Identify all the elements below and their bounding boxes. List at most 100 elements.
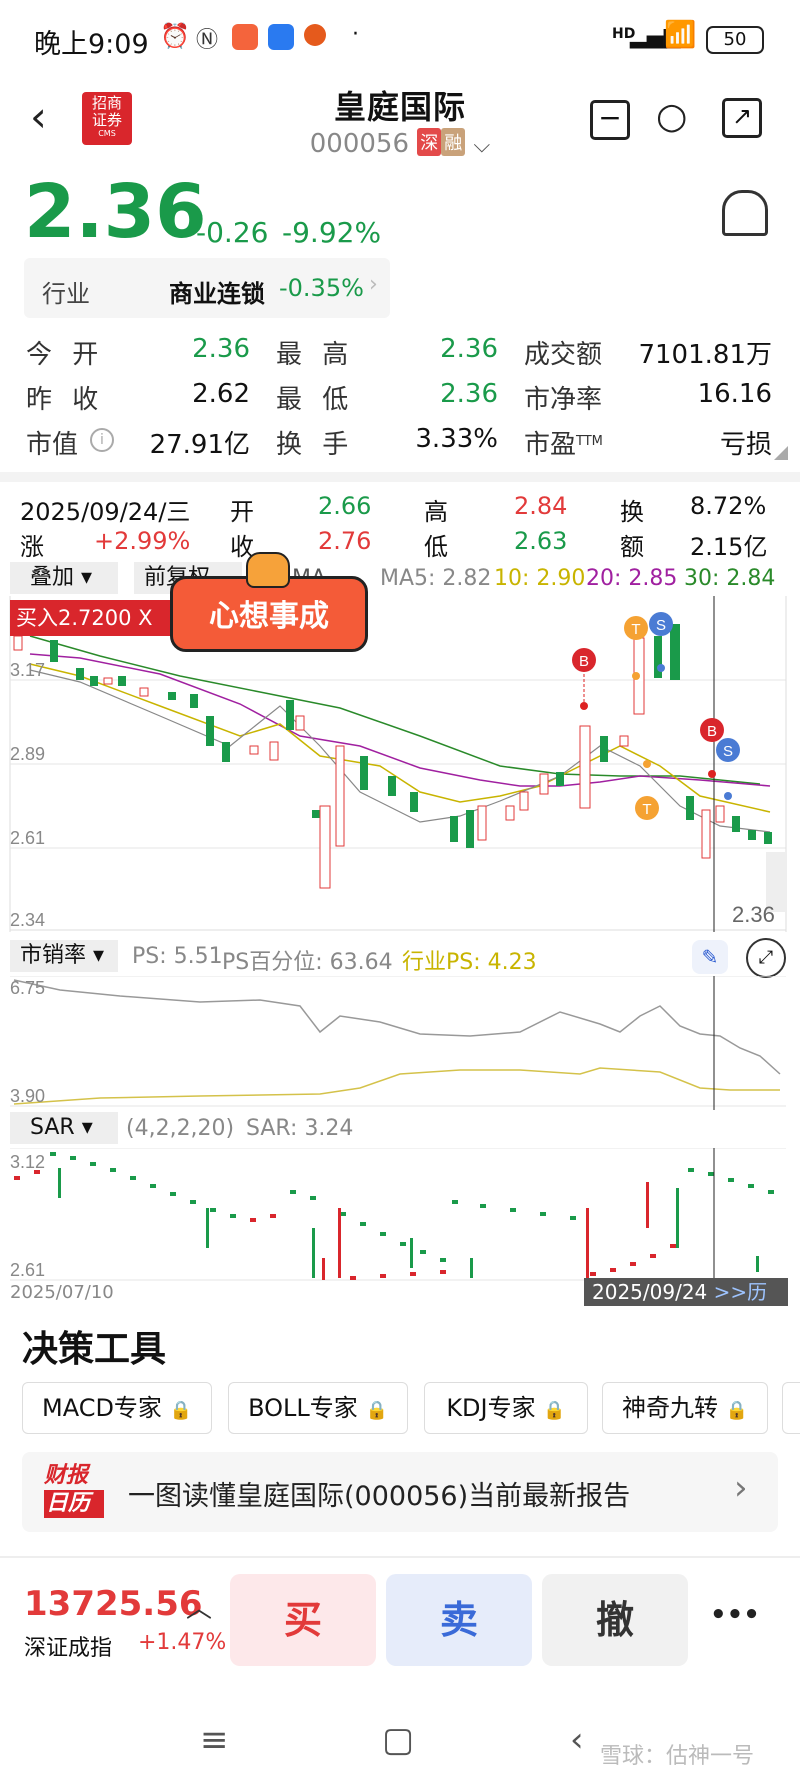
ma5-value: MA5: 2.82 [380,566,492,591]
industry-name: 商业连锁 [169,280,265,308]
y-label-top: 3.17 [10,660,45,680]
fullscreen-icon[interactable]: ⤢ [746,938,786,978]
market-tag: 深 [417,128,442,156]
marker-b-2: B [707,723,717,740]
overlay-dropdown[interactable]: 叠加 ▾ [10,562,118,594]
chevron-up-icon[interactable]: ︿ [186,1588,212,1625]
stat-turnover: 3.33% [415,424,498,454]
stat-pe-label-text: 市盈 [524,430,577,460]
stock-code: 000056 [309,129,410,159]
marker-t-2: T [642,801,651,818]
buy-button[interactable]: 买 [230,1574,376,1666]
last-price-label: 2.36 [732,902,775,927]
day-turn-label: 换 [620,498,644,526]
alarm-icon: ⏰ [160,22,190,50]
stat-pe: 亏损 [719,430,772,460]
sar-label: SAR [30,1115,75,1140]
cancel-order-button[interactable]: 撤 [542,1574,688,1666]
day-amt-label: 额 [620,533,644,561]
history-label: >>历 [713,1280,768,1304]
day-open: 2.66 [318,492,372,520]
price-change: -0.26 [196,216,269,249]
buy-order-label[interactable]: 买入2.7200 X [10,600,170,636]
remove-watchlist-icon[interactable]: − [590,100,630,140]
info-icon[interactable]: i [90,428,114,452]
ma20-value: 20: 2.85 [586,566,678,591]
home-icon[interactable]: ▢ [382,1720,414,1760]
stat-open-label: 今 开 [26,340,105,370]
industry-box[interactable]: 行业 商业连锁 -0.35% › [24,258,390,318]
report-logo-line1: 财报 [44,1463,89,1488]
divider [0,472,800,482]
tool-kdj-label: KDJ专家 [446,1394,536,1422]
report-banner[interactable]: 财报 日历 一图读懂皇庭国际(000056)当前最新报告 › [22,1452,778,1532]
app-notification-icon-2 [268,24,294,50]
ps-chart: 6.75 3.90 [10,976,786,1110]
day-low: 2.63 [514,527,568,555]
watermark-text: 雪球：估神一号 [600,1744,755,1769]
ps-value: PS: 5.51 [132,944,223,969]
marker-s-2: S [723,743,733,760]
ps-dropdown[interactable]: 市销率 ▾ [10,940,118,972]
marker-t-1: T [631,621,640,638]
ma10-value: 10: 2.90 [494,566,586,591]
tool-more-partial[interactable] [782,1382,800,1434]
day-high-label: 高 [424,498,448,526]
wifi-icon: 📶 [664,20,697,50]
day-high: 2.84 [514,492,568,520]
menu-icon[interactable]: ≡ [200,1720,229,1760]
price-change-pct: -9.92% [282,216,382,249]
day-turn: 8.72% [690,492,767,520]
day-low-label: 低 [424,533,448,561]
status-bar: 晚上9:09 ⏰ Ⓝ · HD ▂▄▆ 📶 50 [0,0,800,80]
more-button[interactable]: ••• [710,1600,760,1630]
stat-mcap: 27.91亿 [149,430,250,460]
overlay-label: 叠加 [30,565,75,590]
tool-macd[interactable]: MACD专家 🔒 [22,1382,212,1434]
stat-pe-label: 市盈TTM [524,424,603,461]
alert-bell-icon[interactable] [722,190,768,236]
index-value: 13725.56 [24,1584,203,1624]
stat-prev-label: 昨 收 [26,385,105,415]
tools-title: 决策工具 [22,1329,167,1370]
lock-icon: 🔒 [543,1400,566,1421]
lock-icon: 🔒 [365,1400,388,1421]
sell-button[interactable]: 卖 [386,1574,532,1666]
ps-y-top: 6.75 [10,978,45,998]
day-close: 2.76 [318,527,372,555]
edit-icon[interactable]: ✎ [692,940,728,974]
sticker-text: 心想事成 [209,599,329,634]
search-icon[interactable]: ○ [656,96,687,137]
nav-back-icon[interactable]: ‹ [570,1720,584,1760]
stat-high-label: 最 高 [276,340,355,370]
tool-boll-label: BOLL专家 [248,1394,358,1422]
date-start: 2025/07/10 [10,1282,114,1303]
tool-boll[interactable]: BOLL专家 🔒 [228,1382,408,1434]
chevron-right-icon: › [734,1468,748,1508]
tool-td9-label: 神奇九转 [621,1394,718,1422]
nfc-icon: Ⓝ [196,28,219,53]
ma30-value: 30: 2.84 [684,566,776,591]
sar-y-top: 3.12 [10,1152,45,1172]
sar-dropdown[interactable]: SAR ▾ [10,1112,118,1144]
y-label-mid1: 2.89 [10,744,45,764]
expand-corner-icon[interactable] [774,446,788,460]
sar-params: (4,2,2,20) [126,1116,235,1141]
report-text: 一图读懂皇庭国际(000056)当前最新报告 [128,1481,631,1512]
day-chg: +2.99% [94,527,191,555]
industry-pct: -0.35% [279,274,364,302]
stat-low-label: 最 低 [276,385,355,415]
tool-td9[interactable]: 神奇九转 🔒 [602,1382,768,1434]
marker-b-1: B [579,653,589,670]
stat-pe-suffix: TTM [576,434,603,449]
stat-open: 2.36 [192,334,250,364]
history-link[interactable]: 2025/09/24 >>历 [584,1278,788,1306]
tool-kdj[interactable]: KDJ专家 🔒 [424,1382,588,1434]
day-date: 2025/09/24/三 [20,498,191,526]
ps-label: 市销率 [20,943,87,968]
index-pct: +1.47% [138,1630,227,1655]
stat-pb: 16.16 [697,379,772,409]
kline-chart[interactable]: B T S T B S 3.17 2.89 2.61 2.34 2.36 [0,596,800,932]
lock-icon: 🔒 [169,1400,192,1421]
share-icon[interactable]: ↗ [722,98,762,138]
